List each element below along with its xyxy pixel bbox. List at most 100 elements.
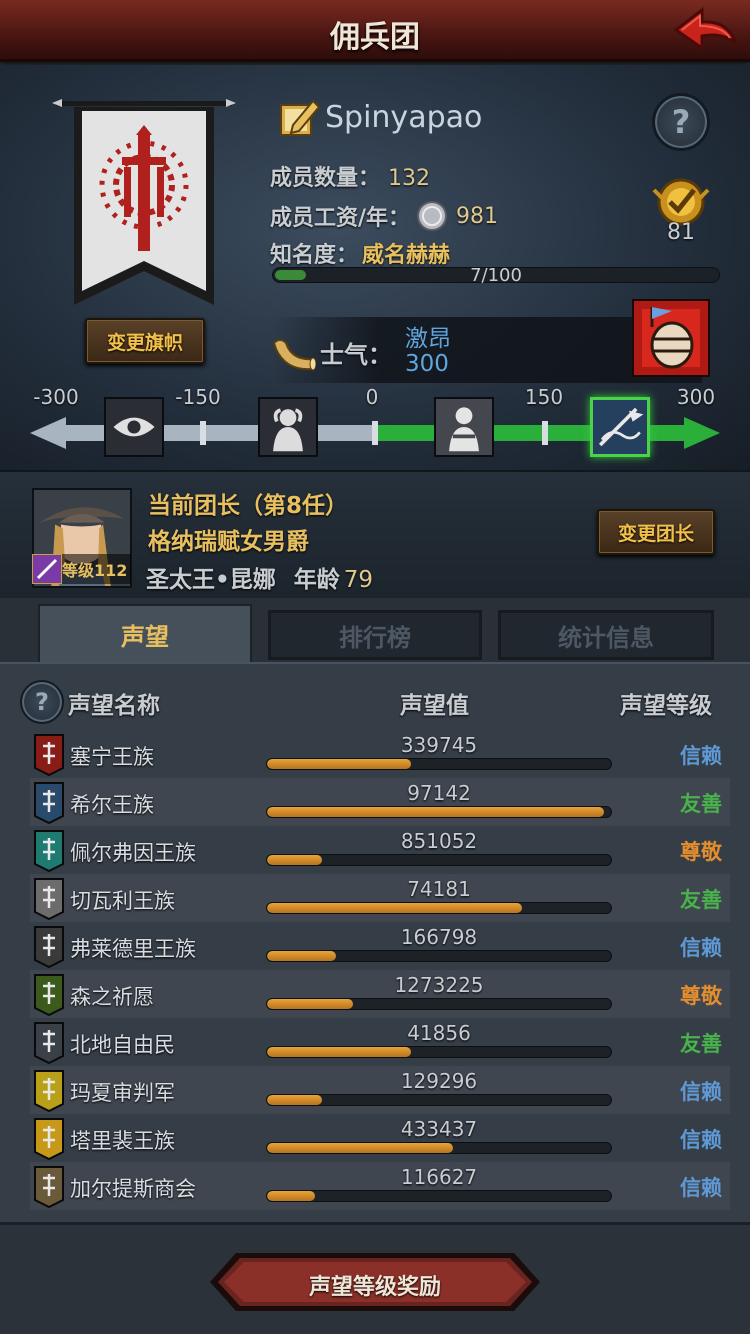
- tab-bar: 声望 排行榜 统计信息: [38, 604, 714, 662]
- col-header-level: 声望等级: [620, 693, 712, 719]
- col-header-name: 声望名称: [68, 693, 160, 719]
- faction-name: 玛夏审判军: [70, 1081, 175, 1105]
- edit-name-icon[interactable]: [277, 95, 321, 139]
- reputation-progress-fill: [267, 951, 336, 961]
- player-name: Spinyapao: [325, 99, 483, 135]
- leader-level: 等级112: [62, 561, 128, 580]
- reputation-progress-fill: [267, 1191, 316, 1201]
- members-value: 132: [388, 166, 431, 191]
- despair-figure-icon[interactable]: [258, 397, 318, 457]
- reputation-table: ? 声望名称 声望值 声望等级 塞宁王族 339745 信赖 希尔王族 97142 友善佩…: [0, 662, 750, 1222]
- table-row[interactable]: 切瓦利王族 74181 友善: [30, 874, 730, 922]
- tick-label: 0: [365, 385, 379, 409]
- table-row[interactable]: 塔里裴王族 433437 信赖: [30, 1114, 730, 1162]
- guild-banner: [52, 99, 236, 305]
- reputation-progress-fill: [267, 1143, 453, 1153]
- morale-state: 激昂: [405, 326, 451, 352]
- faction-banner-icon: [34, 974, 64, 1016]
- reputation-reward-button[interactable]: 声望等级奖励: [210, 1251, 540, 1313]
- reputation-value: 433437: [400, 1117, 478, 1141]
- help-icon[interactable]: ?: [652, 93, 710, 151]
- reputation-progress-bar: [266, 806, 612, 818]
- player-name-row: Spinyapao: [277, 95, 482, 139]
- wage-value: 981: [456, 203, 499, 229]
- faction-banner-icon: [34, 878, 64, 920]
- bottom-bar: 声望等级奖励: [0, 1222, 750, 1334]
- table-row[interactable]: 希尔王族 97142 友善: [30, 778, 730, 826]
- tick-label: -300: [33, 385, 79, 409]
- reputation-progress-bar: [266, 1094, 612, 1106]
- reputation-progress-bar: [266, 1142, 612, 1154]
- faction-name: 希尔王族: [70, 793, 154, 817]
- faction-name: 森之祈愿: [70, 985, 154, 1009]
- reputation-value: 1273225: [394, 973, 484, 997]
- reputation-level: 信赖: [680, 744, 722, 768]
- faction-name: 弗莱德里王族: [70, 937, 196, 961]
- change-banner-button[interactable]: 变更旗帜: [85, 318, 205, 364]
- reputation-progress-bar: [266, 998, 612, 1010]
- morale-label: 士气：: [320, 341, 392, 369]
- calm-figure-icon[interactable]: [434, 397, 494, 457]
- tab-leaderboard[interactable]: 排行榜: [268, 610, 482, 660]
- back-arrow-icon[interactable]: [670, 4, 742, 58]
- tab-statistics[interactable]: 统计信息: [498, 610, 714, 660]
- fame-progress-bar: 7/100: [272, 265, 720, 286]
- level-class-icon: [32, 554, 62, 584]
- faction-banner-icon: [34, 1022, 64, 1064]
- faction-banner-icon: [34, 926, 64, 968]
- reputation-level: 友善: [680, 1032, 722, 1056]
- rank-badge-value: 81: [667, 220, 695, 245]
- tick-label: 300: [676, 385, 716, 409]
- morale-barrel-icon[interactable]: [632, 299, 710, 377]
- leader-panel: 等级112 当前团长（第8任） 格纳瑞赋女男爵 圣太王•昆娜 年龄 79 变更团长: [0, 470, 750, 598]
- faction-name: 塞宁王族: [70, 745, 154, 769]
- silver-coin-icon: [417, 201, 448, 231]
- reputation-value: 116627: [400, 1165, 478, 1189]
- table-row[interactable]: 弗莱德里王族 166798 信赖: [30, 922, 730, 970]
- table-row[interactable]: 塞宁王族 339745 信赖: [30, 730, 730, 778]
- reputation-progress-fill: [267, 999, 353, 1009]
- members-label: 成员数量：: [270, 166, 381, 191]
- eye-icon[interactable]: [104, 397, 164, 457]
- leader-name: 圣太王•昆娜: [146, 567, 276, 593]
- faction-name: 佩尔弗因王族: [70, 841, 196, 865]
- table-row[interactable]: 森之祈愿 1273225 尊敬: [30, 970, 730, 1018]
- faction-name: 加尔提斯商会: [70, 1177, 196, 1201]
- reputation-value: 97142: [407, 781, 471, 805]
- reputation-progress-bar: [266, 950, 612, 962]
- morale-track: -300 -150 0 150 300: [30, 385, 720, 465]
- faction-banner-icon: [34, 734, 64, 776]
- leader-name-row: 圣太王•昆娜 年龄 79: [146, 560, 373, 594]
- war-horn-icon: [272, 339, 316, 371]
- reputation-progress-bar: [266, 902, 612, 914]
- title-bar: 佣兵团: [0, 0, 750, 62]
- tab-reputation[interactable]: 声望: [38, 604, 252, 662]
- reputation-value: 74181: [407, 877, 471, 901]
- charge-banner-icon[interactable]: [590, 397, 650, 457]
- faction-banner-icon: [34, 782, 64, 824]
- col-header-value: 声望值: [400, 693, 469, 719]
- reputation-level: 友善: [680, 792, 722, 816]
- reputation-level: 信赖: [680, 1128, 722, 1152]
- reputation-progress-fill: [267, 1095, 323, 1105]
- faction-banner-icon: [34, 830, 64, 872]
- change-leader-button[interactable]: 变更团长: [597, 509, 715, 555]
- page-title: 佣兵团: [330, 20, 420, 55]
- table-row[interactable]: 北地自由民 41856 友善: [30, 1018, 730, 1066]
- reputation-progress-bar: [266, 1046, 612, 1058]
- reputation-level: 信赖: [680, 1176, 722, 1200]
- table-help-icon[interactable]: ?: [20, 680, 64, 724]
- table-row[interactable]: 加尔提斯商会 116627 信赖: [30, 1162, 730, 1210]
- table-row[interactable]: 玛夏审判军 129296 信赖: [30, 1066, 730, 1114]
- header-panel: 变更旗帜 Spinyapao ? 成员数量： 132 成员工资/年： 981 知名…: [0, 65, 750, 470]
- reputation-level: 信赖: [680, 936, 722, 960]
- reputation-level: 友善: [680, 888, 722, 912]
- members-stat: 成员数量： 132: [270, 160, 430, 192]
- faction-banner-icon: [34, 1118, 64, 1160]
- wage-label: 成员工资/年：: [270, 206, 411, 231]
- reputation-progress-fill: [267, 1047, 412, 1057]
- reputation-rows: 塞宁王族 339745 信赖 希尔王族 97142 友善 佩尔弗因王族 851052 尊敬 切瓦利…: [30, 730, 730, 1210]
- leader-level-badge: 等级112: [32, 554, 132, 584]
- faction-name: 北地自由民: [70, 1033, 175, 1057]
- table-row[interactable]: 佩尔弗因王族 851052 尊敬: [30, 826, 730, 874]
